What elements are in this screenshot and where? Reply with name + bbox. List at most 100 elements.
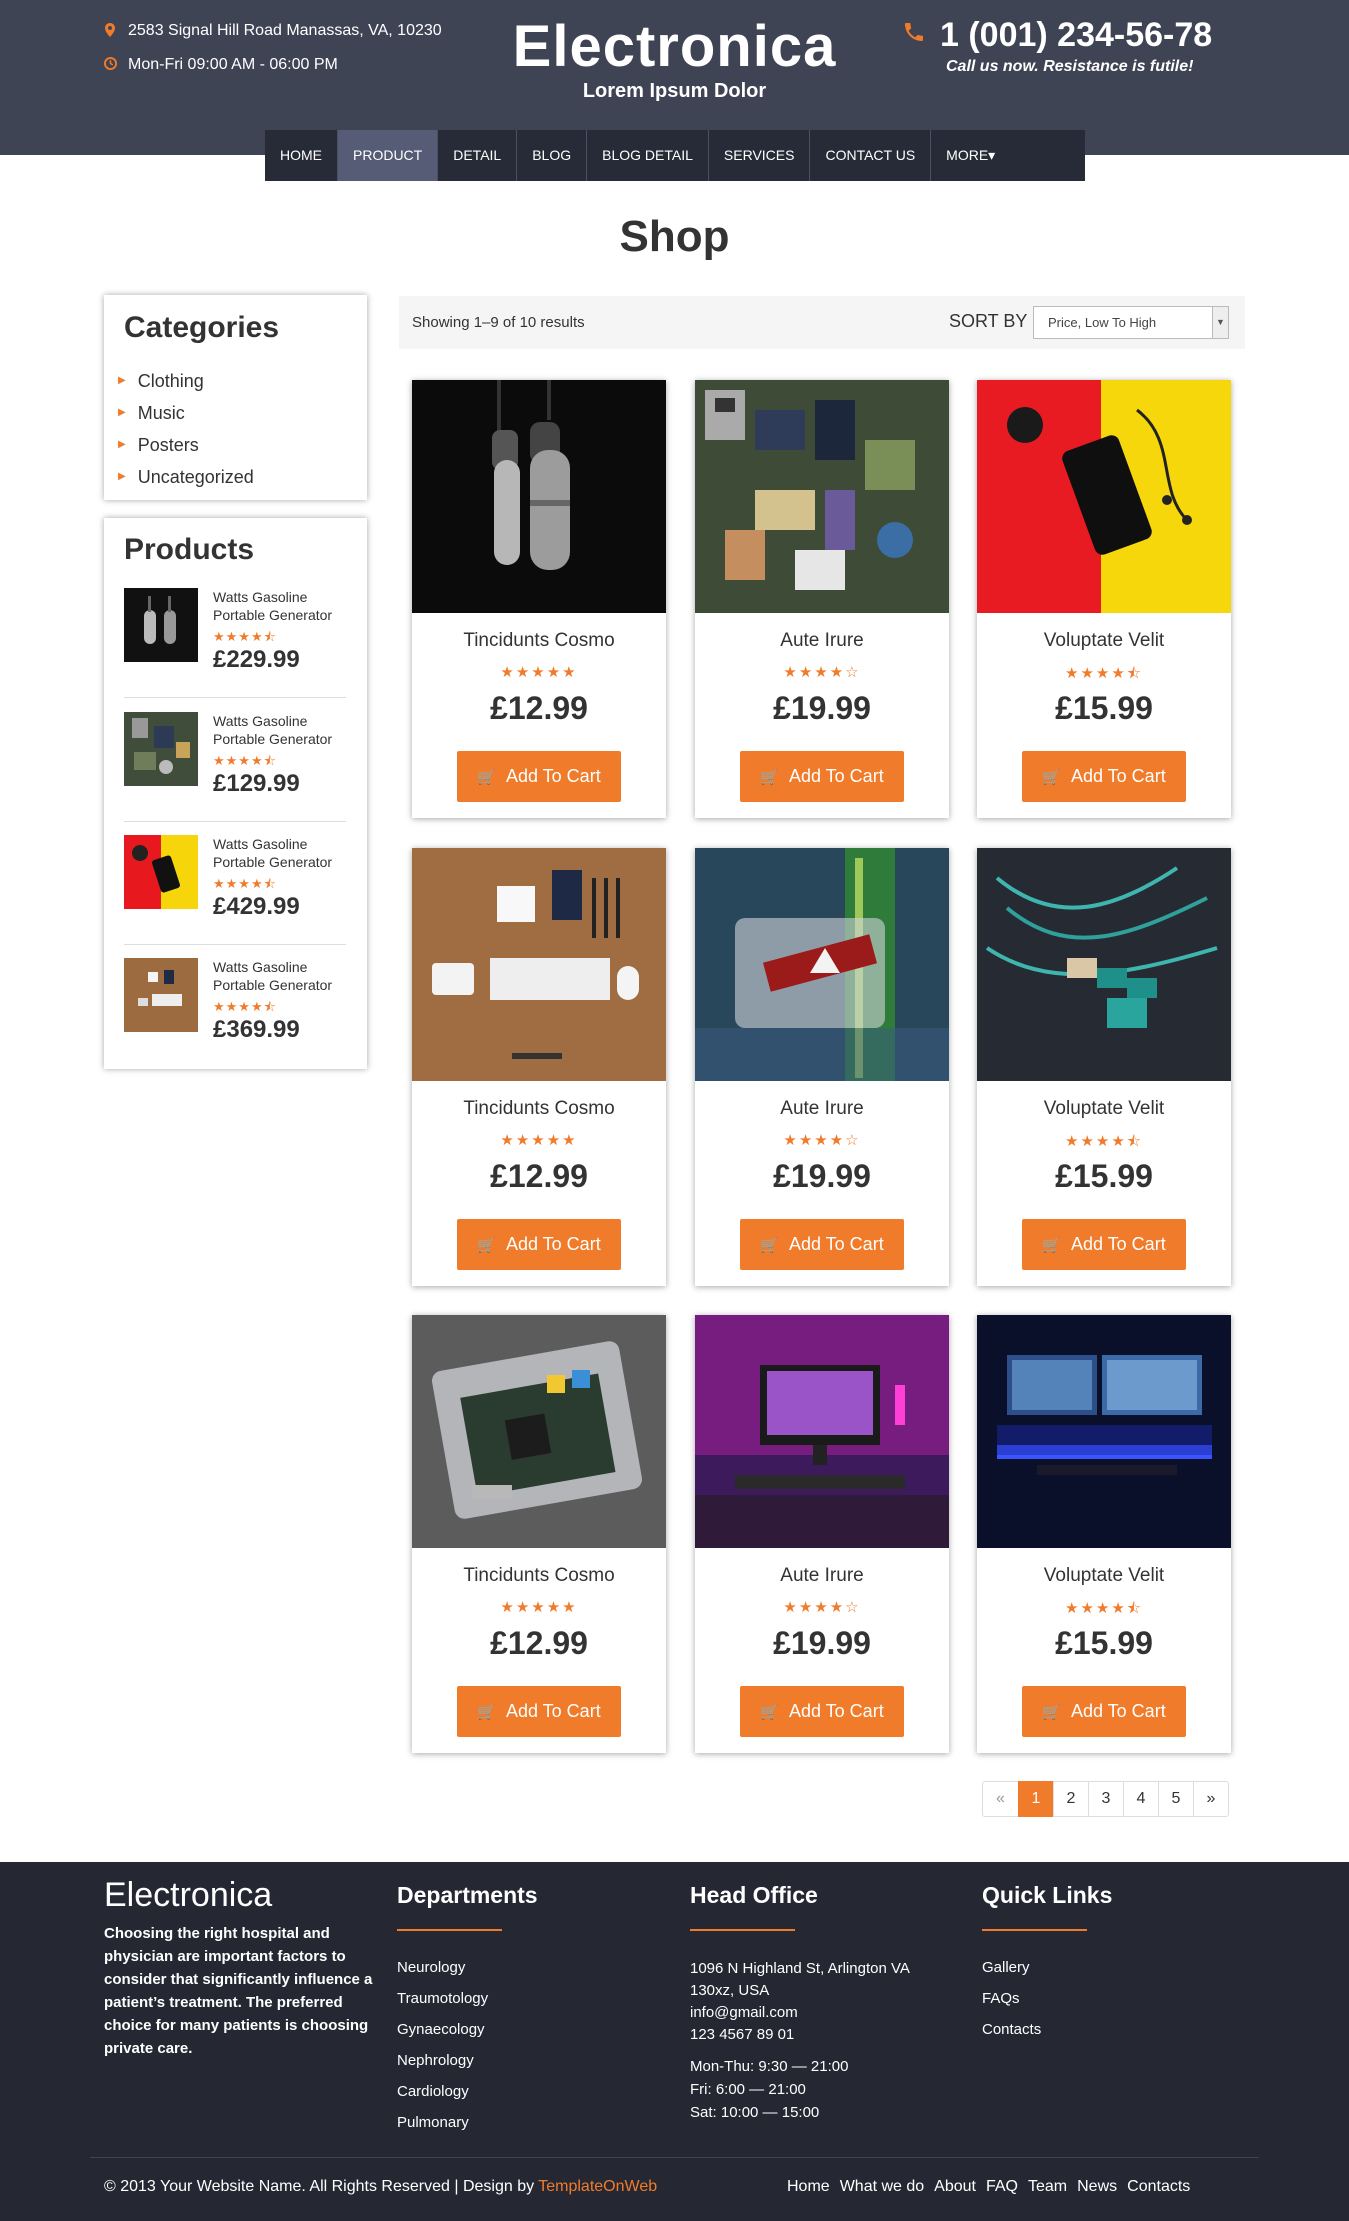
sidebar-product-name[interactable]: Watts Gasoline Portable Generator xyxy=(213,958,353,994)
footer-nav-contacts[interactable]: Contacts xyxy=(1127,2178,1190,2196)
product-name[interactable]: Voluptate Velit xyxy=(977,1098,1231,1120)
copyright: © 2013 Your Website Name. All Rights Res… xyxy=(104,2178,657,2196)
product-price: £12.99 xyxy=(490,1625,588,1661)
office-address-line-2: 130xz, USA xyxy=(690,1982,770,1999)
product-name[interactable]: Tincidunts Cosmo xyxy=(412,1565,666,1587)
sidebar-product[interactable]: Watts Gasoline Portable Generator ★★★★⯪ … xyxy=(124,835,346,945)
sidebar-product-name[interactable]: Watts Gasoline Portable Generator xyxy=(213,588,353,624)
nav-services[interactable]: SERVICES xyxy=(709,130,811,181)
category-item[interactable]: ▶ Posters xyxy=(104,429,367,461)
office-phone[interactable]: 123 4567 89 01 xyxy=(690,2024,794,2046)
category-item[interactable]: ▶ Uncategorized xyxy=(104,461,367,493)
footer-nav-what-we-do[interactable]: What we do xyxy=(840,2178,924,2196)
footer-department-link[interactable]: Nephrology xyxy=(397,2045,488,2076)
sidebar-product[interactable]: Watts Gasoline Portable Generator ★★★★⯪ … xyxy=(124,712,346,822)
cart-icon: 🛒 xyxy=(1042,1237,1061,1254)
footer-quick-link[interactable]: Contacts xyxy=(982,2014,1041,2045)
product-thumbnail[interactable] xyxy=(124,958,198,1032)
product-name[interactable]: Aute Irure xyxy=(695,630,949,652)
sidebar-product[interactable]: Watts Gasoline Portable Generator ★★★★⯪ … xyxy=(124,588,346,698)
footer-department-link[interactable]: Pulmonary xyxy=(397,2107,488,2138)
product-thumbnail[interactable] xyxy=(124,835,198,909)
sidebar-product[interactable]: Watts Gasoline Portable Generator ★★★★⯪ … xyxy=(124,958,346,1068)
designer-link[interactable]: TemplateOnWeb xyxy=(538,2178,657,2195)
nav-detail[interactable]: DETAIL xyxy=(438,130,518,181)
pagination-next[interactable]: » xyxy=(1193,1781,1229,1817)
cart-icon: 🛒 xyxy=(1042,769,1061,786)
footer-quick-link[interactable]: FAQs xyxy=(982,1983,1041,2014)
sort-select-value: Price, Low To High xyxy=(1048,315,1157,330)
footer-nav-faq[interactable]: FAQ xyxy=(986,2178,1018,2196)
pagination-page-2[interactable]: 2 xyxy=(1053,1781,1089,1817)
footer-department-link[interactable]: Cardiology xyxy=(397,2076,488,2107)
pagination-prev[interactable]: « xyxy=(982,1781,1019,1817)
footer-logo[interactable]: Electronica xyxy=(104,1876,272,1915)
add-to-cart-button[interactable]: 🛒 Add To Cart xyxy=(1022,1686,1186,1737)
categories-title: Categories xyxy=(124,311,280,344)
nav-home[interactable]: HOME xyxy=(265,130,338,181)
add-to-cart-button[interactable]: 🛒 Add To Cart xyxy=(457,1686,621,1737)
product-thumbnail[interactable] xyxy=(124,712,198,786)
product-image[interactable] xyxy=(977,1315,1231,1548)
nav-more-dropdown[interactable]: MORE▾ xyxy=(931,130,1010,181)
categories-list: ▶ Clothing ▶ Music ▶ Posters ▶ Uncategorized xyxy=(104,365,367,493)
phone-note: Call us now. Resistance is futile! xyxy=(946,58,1194,75)
footer-nav-about[interactable]: About xyxy=(934,2178,976,2196)
nav-contact-us[interactable]: CONTACT US xyxy=(810,130,932,181)
star-rating: ★★★★⯪ xyxy=(1065,1600,1143,1617)
category-item[interactable]: ▶ Clothing xyxy=(104,365,367,397)
footer-links-title: Quick Links xyxy=(982,1882,1113,1908)
cart-icon: 🛒 xyxy=(477,1704,496,1721)
product-image[interactable] xyxy=(695,848,949,1081)
product-name[interactable]: Aute Irure xyxy=(695,1098,949,1120)
product-thumbnail[interactable] xyxy=(124,588,198,662)
product-image[interactable] xyxy=(412,1315,666,1548)
footer-department-link[interactable]: Neurology xyxy=(397,1952,488,1983)
nav-product[interactable]: PRODUCT xyxy=(338,130,439,181)
star-rating: ★★★★☆ xyxy=(783,1599,861,1616)
add-to-cart-button[interactable]: 🛒 Add To Cart xyxy=(740,1219,904,1270)
product-image[interactable] xyxy=(977,380,1231,613)
sidebar-product-price: £429.99 xyxy=(213,893,300,920)
product-image[interactable] xyxy=(695,1315,949,1548)
sidebar-product-name[interactable]: Watts Gasoline Portable Generator xyxy=(213,712,353,748)
footer-office-title: Head Office xyxy=(690,1882,818,1908)
footer-quick-links: Gallery FAQs Contacts xyxy=(982,1952,1041,2045)
product-card: Aute Irure ★★★★☆ £19.99 🛒 Add To Cart xyxy=(695,380,949,818)
product-image[interactable] xyxy=(412,848,666,1081)
pagination-page-4[interactable]: 4 xyxy=(1123,1781,1159,1817)
footer-quick-link[interactable]: Gallery xyxy=(982,1952,1041,1983)
add-to-cart-button[interactable]: 🛒 Add To Cart xyxy=(740,751,904,802)
pagination-page-3[interactable]: 3 xyxy=(1088,1781,1124,1817)
product-name[interactable]: Voluptate Velit xyxy=(977,630,1231,652)
office-email[interactable]: info@gmail.com xyxy=(690,2002,798,2024)
sidebar-product-price: £229.99 xyxy=(213,646,300,673)
product-image[interactable] xyxy=(695,380,949,613)
add-to-cart-button[interactable]: 🛒 Add To Cart xyxy=(740,1686,904,1737)
header-phone[interactable]: 1 (001) 234-56-78 xyxy=(902,16,1212,55)
nav-blog[interactable]: BLOG xyxy=(517,130,588,181)
footer-department-link[interactable]: Gynaecology xyxy=(397,2014,488,2045)
product-name[interactable]: Tincidunts Cosmo xyxy=(412,1098,666,1120)
footer-nav-news[interactable]: News xyxy=(1077,2178,1117,2196)
category-item[interactable]: ▶ Music xyxy=(104,397,367,429)
nav-blog-detail[interactable]: BLOG DETAIL xyxy=(587,130,709,181)
pagination-page-5[interactable]: 5 xyxy=(1158,1781,1194,1817)
product-name[interactable]: Aute Irure xyxy=(695,1565,949,1587)
product-image[interactable] xyxy=(412,380,666,613)
footer-nav-home[interactable]: Home xyxy=(787,2178,830,2196)
sidebar-product-name[interactable]: Watts Gasoline Portable Generator xyxy=(213,835,353,871)
add-to-cart-button[interactable]: 🛒 Add To Cart xyxy=(457,1219,621,1270)
footer-nav-team[interactable]: Team xyxy=(1028,2178,1067,2196)
add-to-cart-button[interactable]: 🛒 Add To Cart xyxy=(1022,1219,1186,1270)
footer-department-link[interactable]: Traumotology xyxy=(397,1983,488,2014)
product-image[interactable] xyxy=(977,848,1231,1081)
caret-right-icon: ▶ xyxy=(118,375,126,386)
add-to-cart-button[interactable]: 🛒 Add To Cart xyxy=(457,751,621,802)
product-name[interactable]: Tincidunts Cosmo xyxy=(412,630,666,652)
product-name[interactable]: Voluptate Velit xyxy=(977,1565,1231,1587)
sort-select[interactable]: Price, Low To High ▼ xyxy=(1033,306,1229,339)
pagination-page-1[interactable]: 1 xyxy=(1018,1781,1054,1817)
caret-right-icon: ▶ xyxy=(118,471,126,482)
add-to-cart-button[interactable]: 🛒 Add To Cart xyxy=(1022,751,1186,802)
